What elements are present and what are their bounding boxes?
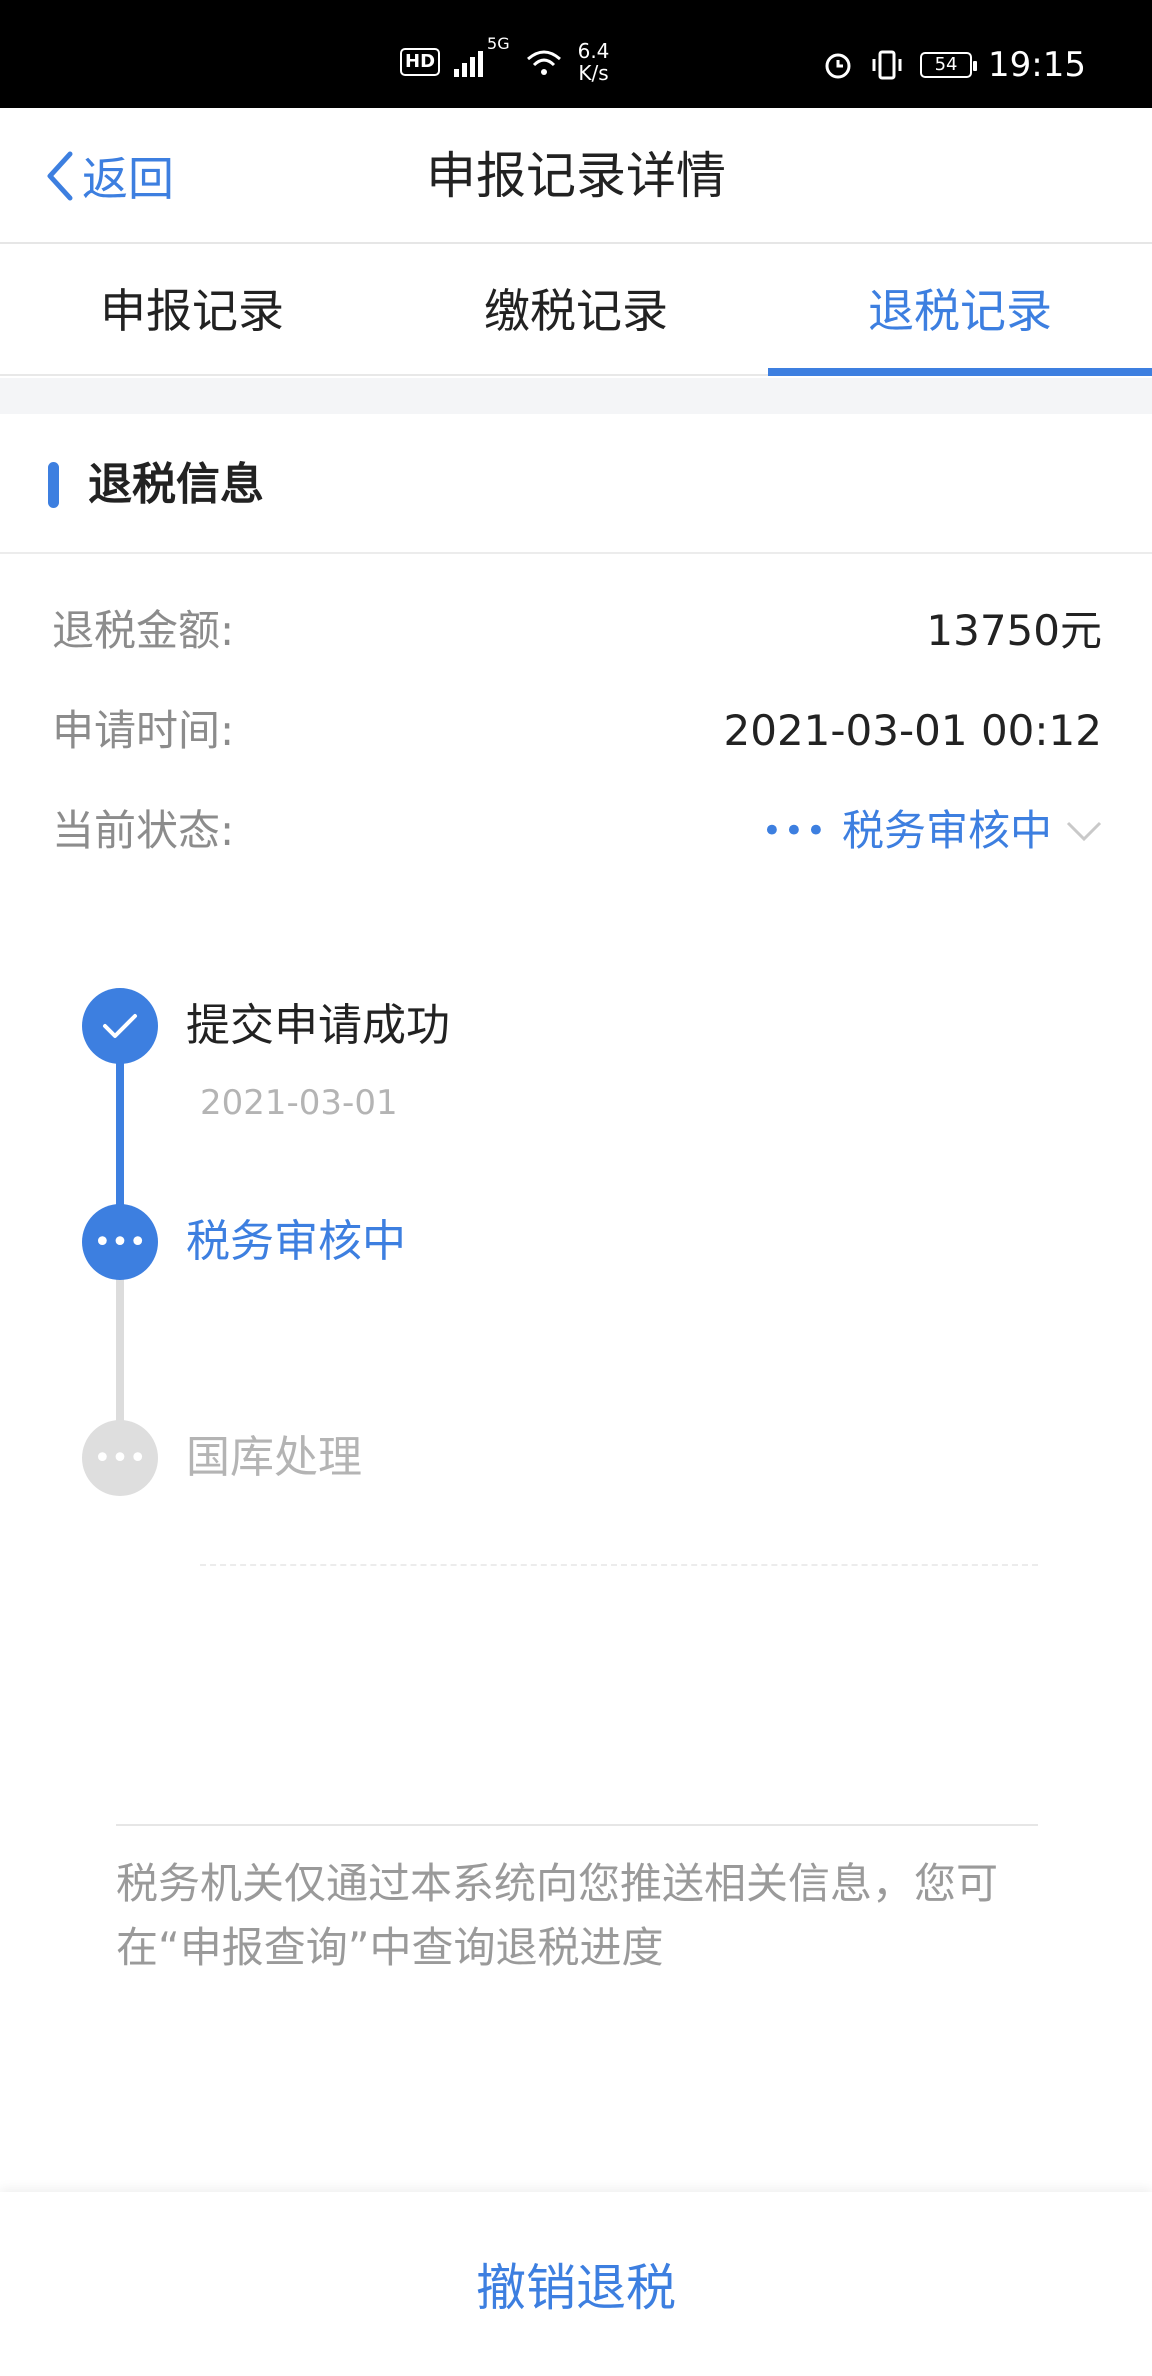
- refund-amount-value: 13750元: [926, 606, 1102, 655]
- status-time: 19:15: [988, 45, 1086, 85]
- tab-payment-records[interactable]: 缴税记录: [384, 246, 768, 374]
- notice-text: 税务机关仅通过本系统向您推送相关信息，您可在“申报查询”中查询退税进度: [116, 1859, 999, 1972]
- hd-badge: HD: [400, 48, 441, 76]
- refund-amount-label: 退税金额:: [52, 606, 235, 655]
- status-bar: HD 5G 6.4 K/s 54 19:15: [0, 0, 1152, 108]
- pending-dots-icon: •••: [82, 1420, 158, 1496]
- battery-icon: 54: [920, 52, 978, 78]
- nav-bar: 返回 申报记录详情: [0, 108, 1152, 244]
- timeline-connector-pending: [116, 1278, 124, 1438]
- current-status-label: 当前状态:: [52, 806, 235, 855]
- cancel-refund-button[interactable]: 撤销退税: [476, 2248, 676, 2320]
- ellipsis-icon: •••: [761, 811, 828, 851]
- section-divider: [0, 378, 1152, 414]
- wifi-icon: [526, 50, 561, 75]
- apply-time-label: 申请时间:: [52, 706, 235, 755]
- chevron-down-icon: [1066, 821, 1102, 842]
- tab-refund-records[interactable]: 退税记录: [768, 246, 1152, 376]
- status-bar-left: HD 5G 6.4 K/s: [400, 34, 609, 90]
- bottom-action-bar: 撤销退税: [0, 2192, 1152, 2376]
- page-title: 申报记录详情: [426, 147, 726, 205]
- check-icon: [82, 988, 158, 1064]
- refund-info-header: 退税信息: [0, 414, 1152, 554]
- refund-amount-row: 退税金额: 13750元: [52, 596, 1102, 666]
- speed-value: 6.4: [577, 39, 610, 63]
- network-speed: 6.4 K/s: [578, 40, 610, 84]
- step-treasury-label: 国库处理: [186, 1432, 362, 1483]
- section-title: 退税信息: [88, 459, 264, 510]
- section-accent-bar: [48, 462, 59, 508]
- tab-declaration-records[interactable]: 申报记录: [0, 246, 384, 374]
- step-review-label: 税务审核中: [186, 1216, 406, 1267]
- status-bar-right: 54 19:15: [822, 40, 1086, 90]
- alarm-icon: [825, 53, 851, 79]
- current-status-value[interactable]: ••• 税务审核中: [762, 796, 1102, 866]
- current-status-row[interactable]: 当前状态: ••• 税务审核中: [52, 796, 1102, 866]
- current-status-text: 税务审核中: [841, 806, 1052, 855]
- record-tabs: 申报记录 缴税记录 退税记录: [0, 246, 1152, 376]
- note-divider: [116, 1824, 1038, 1826]
- dashed-divider: [200, 1564, 1038, 1566]
- apply-time-row: 申请时间: 2021-03-01 00:12: [52, 696, 1102, 766]
- network-type: 5G: [487, 34, 510, 53]
- signal-icon: [454, 47, 484, 77]
- speed-unit: K/s: [578, 61, 609, 85]
- vibrate-icon: [872, 50, 902, 80]
- step-submit-label: 提交申请成功: [186, 1000, 450, 1051]
- apply-time-value: 2021-03-01 00:12: [723, 706, 1102, 755]
- in-progress-dots-icon: •••: [82, 1204, 158, 1280]
- step-submit-date: 2021-03-01: [200, 1083, 398, 1123]
